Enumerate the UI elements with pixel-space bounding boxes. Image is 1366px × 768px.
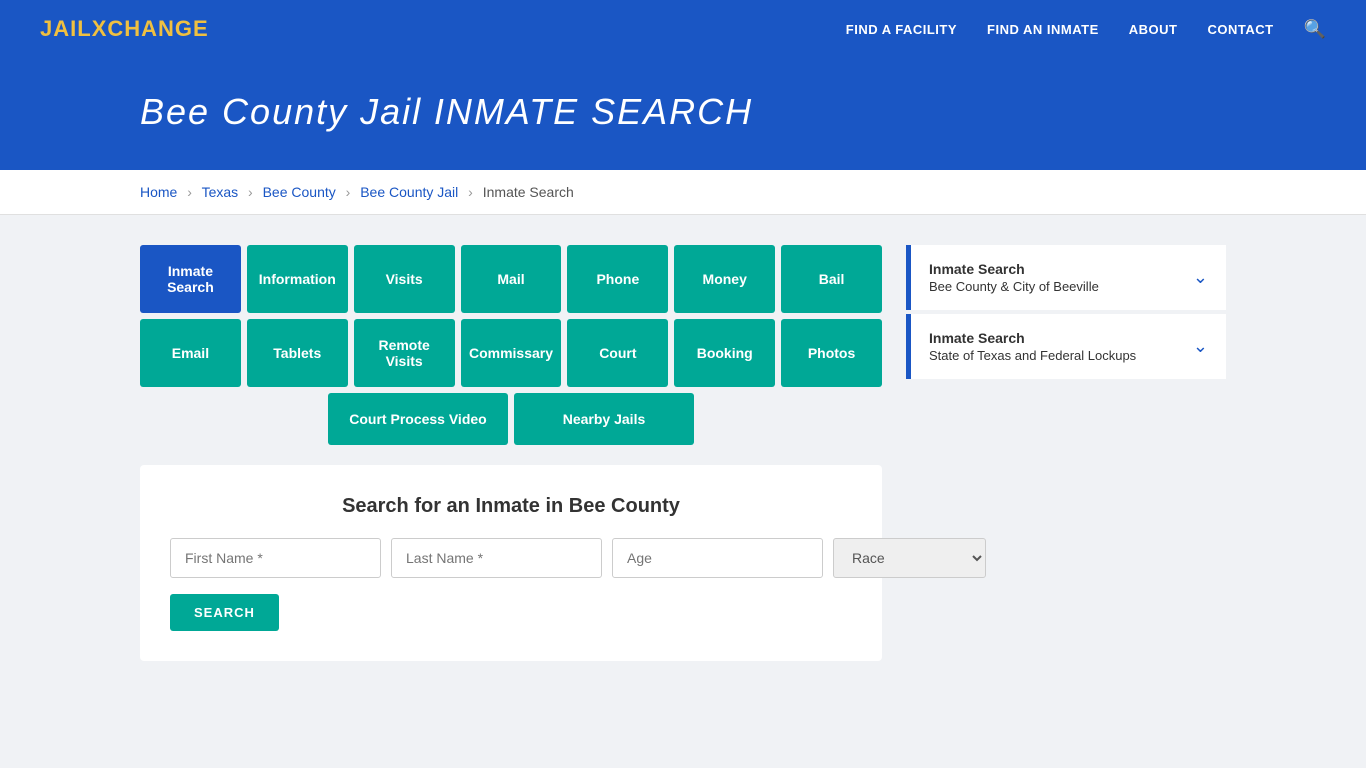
breadcrumb-texas[interactable]: Texas: [202, 184, 239, 200]
tabs-row-3: Court Process Video Nearby Jails: [140, 393, 882, 445]
main-nav: FIND A FACILITY FIND AN INMATE ABOUT CON…: [846, 19, 1326, 40]
breadcrumb: Home › Texas › Bee County › Bee County J…: [0, 170, 1366, 215]
tab-court[interactable]: Court: [567, 319, 668, 387]
sidebar: Inmate Search Bee County & City of Beevi…: [906, 245, 1226, 661]
breadcrumb-current: Inmate Search: [483, 184, 574, 200]
tab-photos[interactable]: Photos: [781, 319, 882, 387]
logo-x: X: [92, 16, 108, 41]
sidebar-card-bee-county-header[interactable]: Inmate Search Bee County & City of Beevi…: [911, 245, 1226, 310]
sidebar-card-texas-federal: Inmate Search State of Texas and Federal…: [906, 314, 1226, 379]
tab-email[interactable]: Email: [140, 319, 241, 387]
site-logo[interactable]: JAILXCHANGE: [40, 16, 209, 42]
main-content: Inmate Search Information Visits Mail Ph…: [0, 215, 1366, 691]
sidebar-card-bee-county-title: Inmate Search: [929, 261, 1099, 277]
tab-bail[interactable]: Bail: [781, 245, 882, 313]
nav-about[interactable]: ABOUT: [1129, 22, 1178, 37]
search-box: Search for an Inmate in Bee County Race …: [140, 465, 882, 661]
tab-commissary[interactable]: Commissary: [461, 319, 562, 387]
sidebar-card-texas-federal-title: Inmate Search: [929, 330, 1136, 346]
sidebar-card-texas-federal-subtitle: State of Texas and Federal Lockups: [929, 348, 1136, 363]
tab-tablets[interactable]: Tablets: [247, 319, 348, 387]
logo-jail: JAIL: [40, 16, 92, 41]
tab-inmate-search[interactable]: Inmate Search: [140, 245, 241, 313]
tabs-row-1: Inmate Search Information Visits Mail Ph…: [140, 245, 882, 313]
breadcrumb-bee-county-jail[interactable]: Bee County Jail: [360, 184, 458, 200]
tabs-row-2: Email Tablets Remote Visits Commissary C…: [140, 319, 882, 387]
tab-information[interactable]: Information: [247, 245, 348, 313]
search-icon[interactable]: 🔍: [1304, 19, 1326, 40]
sidebar-card-bee-county: Inmate Search Bee County & City of Beevi…: [906, 245, 1226, 310]
sidebar-card-bee-county-subtitle: Bee County & City of Beeville: [929, 279, 1099, 294]
chevron-down-icon: ⌄: [1193, 267, 1208, 288]
nav-find-facility[interactable]: FIND A FACILITY: [846, 22, 957, 37]
breadcrumb-bee-county[interactable]: Bee County: [263, 184, 336, 200]
logo-exchange: CHANGE: [107, 16, 208, 41]
search-fields: Race White Black Hispanic Asian Native A…: [170, 538, 852, 578]
tab-booking[interactable]: Booking: [674, 319, 775, 387]
tab-court-process-video[interactable]: Court Process Video: [328, 393, 508, 445]
age-input[interactable]: [612, 538, 823, 578]
content-area: Inmate Search Information Visits Mail Ph…: [140, 245, 882, 661]
sidebar-card-texas-federal-header[interactable]: Inmate Search State of Texas and Federal…: [911, 314, 1226, 379]
tab-mail[interactable]: Mail: [461, 245, 562, 313]
first-name-input[interactable]: [170, 538, 381, 578]
site-header: JAILXCHANGE FIND A FACILITY FIND AN INMA…: [0, 0, 1366, 58]
hero-banner: Bee County Jail INMATE SEARCH: [0, 58, 1366, 170]
nav-contact[interactable]: CONTACT: [1207, 22, 1273, 37]
breadcrumb-home[interactable]: Home: [140, 184, 177, 200]
tab-visits[interactable]: Visits: [354, 245, 455, 313]
tab-money[interactable]: Money: [674, 245, 775, 313]
tab-remote-visits[interactable]: Remote Visits: [354, 319, 455, 387]
search-title: Search for an Inmate in Bee County: [170, 495, 852, 518]
page-title: Bee County Jail INMATE SEARCH: [140, 86, 1226, 134]
last-name-input[interactable]: [391, 538, 602, 578]
tab-phone[interactable]: Phone: [567, 245, 668, 313]
chevron-down-icon-2: ⌄: [1193, 336, 1208, 357]
search-button[interactable]: SEARCH: [170, 594, 279, 631]
nav-find-inmate[interactable]: FIND AN INMATE: [987, 22, 1099, 37]
tab-nearby-jails[interactable]: Nearby Jails: [514, 393, 694, 445]
